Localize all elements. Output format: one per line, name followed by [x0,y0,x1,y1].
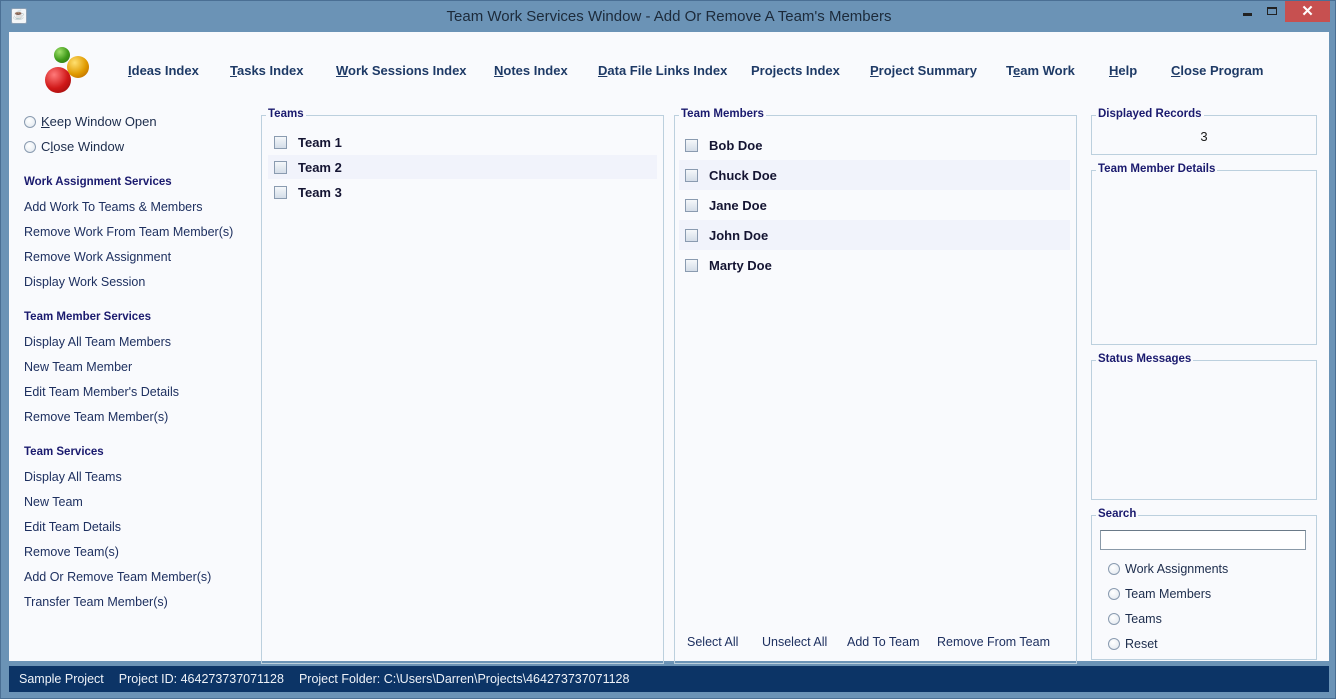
member-row[interactable]: Chuck Doe [679,160,1070,190]
top-navigation: Ideas Index Tasks Index Work Sessions In… [9,63,1329,83]
checkbox[interactable] [685,138,698,152]
nav-ideas-index[interactable]: Ideas Index [128,63,199,78]
member-row[interactable]: Jane Doe [679,190,1070,220]
remove-work-from-members-link[interactable]: Remove Work From Team Member(s) [24,225,233,239]
display-all-team-members-link[interactable]: Display All Team Members [24,335,171,349]
team-row[interactable]: Team 2 [268,155,657,179]
status-messages-panel: Status Messages [1091,353,1317,500]
new-team-link[interactable]: New Team [24,495,83,509]
search-teams-radio[interactable]: Teams [1108,612,1162,626]
nav-close-program[interactable]: Close Program [1171,63,1263,78]
team-members-panel: Team Members Bob Doe Chuck Doe Jane Doe … [674,108,1077,664]
search-reset-radio[interactable]: Reset [1108,637,1158,651]
search-work-assignments-radio[interactable]: Work Assignments [1108,562,1228,576]
teams-panel-label: Teams [266,108,306,120]
radio-icon [1108,588,1120,600]
remove-team-members-link[interactable]: Remove Team Member(s) [24,410,168,424]
nav-notes-index[interactable]: Notes Index [494,63,568,78]
search-input[interactable] [1100,530,1306,550]
keep-window-open-radio[interactable]: Keep Window Open [24,114,157,129]
team-row[interactable]: Team 1 [268,130,657,154]
nav-work-sessions-index[interactable]: Work Sessions Index [336,63,467,78]
team-row[interactable]: Team 3 [268,180,657,204]
radio-icon [24,140,36,153]
nav-team-work[interactable]: Team Work [1006,63,1075,78]
project-id: Project ID: 464273737071128 [118,672,284,686]
team-member-details-panel: Team Member Details [1091,163,1317,345]
add-or-remove-team-members-link[interactable]: Add Or Remove Team Member(s) [24,570,211,584]
team-services-heading: Team Services [24,446,104,458]
radio-icon [1108,613,1120,625]
checkbox[interactable] [274,185,287,199]
transfer-team-members-link[interactable]: Transfer Team Member(s) [24,595,168,609]
nav-data-file-links-index[interactable]: Data File Links Index [598,63,727,78]
status-bar: Sample Project Project ID: 4642737370711… [9,666,1329,692]
add-to-team-button[interactable]: Add To Team [847,635,920,649]
client-area: Ideas Index Tasks Index Work Sessions In… [9,32,1329,664]
checkbox[interactable] [685,198,698,212]
checkbox[interactable] [274,135,287,149]
title-bar[interactable]: ☕ Team Work Services Window - Add Or Rem… [1,1,1336,32]
member-row[interactable]: John Doe [679,220,1070,250]
displayed-records-value: 3 [1200,129,1208,144]
edit-team-member-details-link[interactable]: Edit Team Member's Details [24,385,179,399]
close-button[interactable]: ✕ [1285,1,1330,22]
team-member-details-label: Team Member Details [1096,163,1218,175]
close-window-radio[interactable]: Cl ose Window [24,139,124,154]
displayed-records-panel: Displayed Records 3 [1091,108,1317,155]
close-icon: ✕ [1301,3,1314,20]
nav-help[interactable]: Help [1109,63,1137,78]
maximize-icon [1267,7,1277,15]
nav-projects-index[interactable]: Projects Index [751,63,840,78]
member-row[interactable]: Bob Doe [679,130,1070,160]
radio-icon [24,115,36,128]
checkbox[interactable] [274,160,287,174]
window-title: Team Work Services Window - Add Or Remov… [446,8,892,25]
unselect-all-button[interactable]: Unselect All [762,635,827,649]
checkbox[interactable] [685,168,698,182]
search-team-members-radio[interactable]: Team Members [1108,587,1211,601]
team-member-services-heading: Team Member Services [24,311,151,323]
search-panel: Search Work Assignments Team Members Tea… [1091,508,1317,660]
display-all-teams-link[interactable]: Display All Teams [24,470,122,484]
maximize-button[interactable] [1259,1,1285,22]
project-folder: Project Folder: C:\Users\Darren\Projects… [298,672,630,686]
displayed-records-label: Displayed Records [1096,108,1204,120]
display-work-session-link[interactable]: Display Work Session [24,275,145,289]
minimize-icon [1242,13,1252,16]
radio-icon [1108,638,1120,650]
search-panel-label: Search [1096,508,1139,520]
radio-icon [1108,563,1120,575]
status-messages-label: Status Messages [1096,353,1194,365]
add-work-to-teams-link[interactable]: Add Work To Teams & Members [24,200,203,214]
select-all-button[interactable]: Select All [687,635,738,649]
teams-panel: Teams Team 1 Team 2 Team 3 [261,108,664,664]
member-row[interactable]: Marty Doe [679,250,1070,280]
app-window: ☕ Team Work Services Window - Add Or Rem… [0,0,1336,699]
member-actions-bar: Select All Unselect All Add To Team Remo… [675,635,1076,655]
team-members-panel-label: Team Members [679,108,766,120]
checkbox[interactable] [685,228,698,242]
new-team-member-link[interactable]: New Team Member [24,360,132,374]
remove-teams-link[interactable]: Remove Team(s) [24,545,119,559]
checkbox[interactable] [685,258,698,272]
nav-project-summary[interactable]: Project Summary [870,63,977,78]
edit-team-details-link[interactable]: Edit Team Details [24,520,121,534]
remove-from-team-button[interactable]: Remove From Team [937,635,1050,649]
work-assignment-services-heading: Work Assignment Services [24,176,172,188]
nav-tasks-index[interactable]: Tasks Index [230,63,303,78]
minimize-button[interactable] [1234,1,1260,22]
project-name: Sample Project [19,672,104,686]
remove-work-assignment-link[interactable]: Remove Work Assignment [24,250,171,264]
